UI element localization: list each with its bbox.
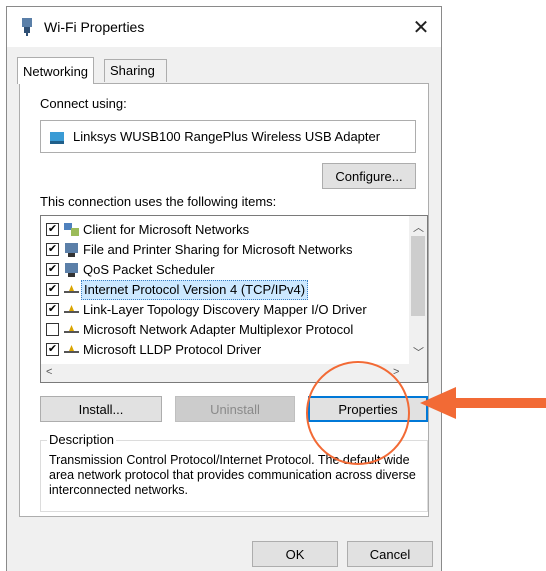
list-item[interactable]: Microsoft Network Adapter Multiplexor Pr… (41, 320, 406, 340)
item-checkbox[interactable] (46, 323, 59, 336)
scroll-down-icon[interactable]: ﹀ (413, 344, 424, 360)
protocol-icon (64, 345, 79, 353)
list-item[interactable]: ✔ Internet Protocol Version 4 (TCP/IPv4) (41, 280, 406, 300)
vertical-scrollbar[interactable]: ︿ ﹀ (409, 216, 427, 364)
item-label: Client for Microsoft Networks (83, 222, 250, 237)
scroll-thumb[interactable] (411, 236, 425, 316)
list-item[interactable]: ✔ Link-Layer Topology Discovery Mapper I… (41, 300, 406, 320)
item-checkbox[interactable]: ✔ (46, 223, 59, 236)
components-list[interactable]: ✔ Client for Microsoft Networks ✔ File a… (40, 215, 428, 383)
wifi-properties-dialog: Wi-Fi Properties ✕ Networking Sharing Co… (6, 6, 442, 571)
connect-using-label: Connect using: (40, 96, 127, 111)
list-item[interactable]: ✔ File and Printer Sharing for Microsoft… (41, 240, 406, 260)
item-label: Internet Protocol Version 4 (TCP/IPv4) (81, 280, 309, 300)
description-text: Transmission Control Protocol/Internet P… (49, 453, 416, 497)
item-label: Microsoft LLDP Protocol Driver (83, 342, 262, 357)
wifi-adapter-icon (22, 18, 32, 36)
adapter-field: Linksys WUSB100 RangePlus Wireless USB A… (40, 120, 416, 153)
item-checkbox[interactable]: ✔ (46, 263, 59, 276)
ok-button[interactable]: OK (252, 541, 338, 567)
network-adapter-icon (50, 132, 64, 144)
item-label: File and Printer Sharing for Microsoft N… (83, 242, 353, 257)
scroll-up-icon[interactable]: ︿ (413, 219, 424, 235)
configure-button[interactable]: Configure... (322, 163, 416, 189)
item-checkbox[interactable]: ✔ (46, 343, 59, 356)
scroll-right-icon[interactable]: > (393, 366, 399, 378)
adapter-name: Linksys WUSB100 RangePlus Wireless USB A… (73, 129, 381, 144)
item-checkbox[interactable]: ✔ (46, 243, 59, 256)
item-checkbox[interactable]: ✔ (46, 283, 59, 296)
window-title: Wi-Fi Properties (44, 19, 145, 35)
description-title: Description (47, 432, 117, 447)
cancel-button[interactable]: Cancel (347, 541, 433, 567)
computer-icon (65, 243, 78, 257)
install-button[interactable]: Install... (40, 396, 162, 422)
item-label: Link-Layer Topology Discovery Mapper I/O… (83, 302, 367, 317)
tab-networking[interactable]: Networking (17, 57, 94, 84)
close-button[interactable]: ✕ (401, 7, 441, 47)
item-checkbox[interactable]: ✔ (46, 303, 59, 316)
protocol-icon (64, 285, 79, 293)
list-item[interactable]: ✔ Microsoft LLDP Protocol Driver (41, 340, 406, 360)
list-item[interactable]: ✔ QoS Packet Scheduler (41, 260, 406, 280)
close-icon: ✕ (412, 16, 430, 39)
protocol-icon (64, 305, 79, 313)
item-label: QoS Packet Scheduler (83, 262, 215, 277)
title-bar: Wi-Fi Properties ✕ (7, 7, 441, 47)
items-label: This connection uses the following items… (40, 194, 277, 209)
computer-icon (65, 263, 78, 277)
description-group: Description Transmission Control Protoco… (40, 432, 428, 512)
properties-button[interactable]: Properties (308, 396, 428, 422)
uninstall-button[interactable]: Uninstall (175, 396, 295, 422)
horizontal-scrollbar[interactable]: < > (41, 364, 427, 382)
network-client-icon (64, 223, 79, 236)
item-label: Microsoft Network Adapter Multiplexor Pr… (83, 322, 354, 337)
list-item[interactable]: ✔ Client for Microsoft Networks (41, 220, 406, 240)
scroll-left-icon[interactable]: < (46, 366, 52, 378)
networking-panel: Connect using: Linksys WUSB100 RangePlus… (19, 83, 429, 517)
tab-sharing[interactable]: Sharing (104, 59, 167, 82)
protocol-icon (64, 325, 79, 333)
